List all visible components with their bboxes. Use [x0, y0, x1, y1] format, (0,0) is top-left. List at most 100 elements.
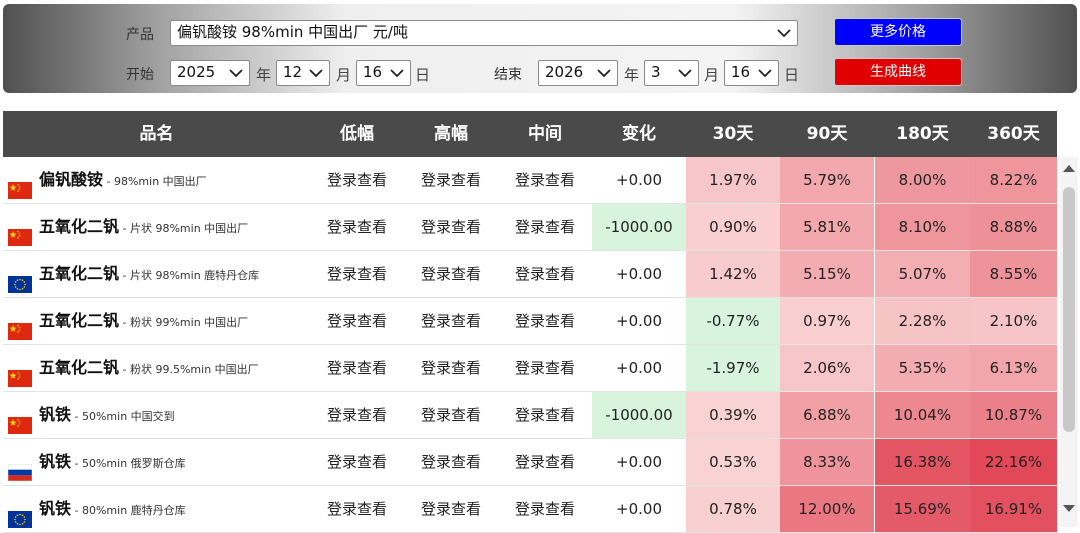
product-select[interactable]: 偏钒酸铵 98%min 中国出厂 元/吨 [170, 20, 798, 46]
table-row[interactable]: 偏钒酸铵 - 98%min 中国出厂 登录查看 登录查看 登录查看 +0.00 1.97%… [3, 157, 1057, 204]
product-spec: 粉状 99.5%min 中国出厂 [129, 363, 259, 376]
scrollbar-thumb[interactable] [1063, 187, 1075, 432]
login-to-view-link[interactable]: 登录查看 [404, 157, 498, 203]
col-360d-value: 22.16% [970, 439, 1057, 485]
login-to-view-link[interactable]: 登录查看 [498, 157, 592, 203]
header-col-90d[interactable]: 90天 [780, 111, 874, 157]
login-to-view-link[interactable]: 登录查看 [404, 486, 498, 532]
year-unit: 年 [624, 66, 640, 84]
russia-flag-icon [7, 453, 33, 482]
table-row[interactable]: 钒铁 - 80%min 鹿特丹仓库 登录查看 登录查看 登录查看 +0.00 0.78% 1… [3, 486, 1057, 533]
chevron-down-icon [678, 69, 692, 78]
scrollbar[interactable] [1060, 157, 1078, 527]
col-30d-value: -1.97% [686, 345, 780, 391]
scroll-up-arrow-icon[interactable] [1063, 165, 1075, 172]
login-to-view-link[interactable]: 登录查看 [404, 439, 498, 485]
end-day-select[interactable]: 16 [724, 60, 779, 86]
product-name: 五氧化二钒 - 粉状 99.5%min 中国出厂 [39, 345, 259, 391]
product-name-text: 钒铁 [39, 499, 72, 518]
login-to-view-link[interactable]: 登录查看 [404, 204, 498, 250]
china-flag-icon [8, 406, 32, 434]
product-name: 五氧化二钒 - 片状 98%min 鹿特丹仓库 [39, 251, 259, 297]
day-unit: 日 [784, 66, 800, 84]
more-prices-button[interactable]: 更多价格 [834, 18, 962, 46]
product-spec: 片状 98%min 中国出厂 [129, 222, 249, 235]
product-name-cell[interactable]: 五氧化二钒 - 粉状 99%min 中国出厂 [3, 298, 310, 344]
login-to-view-link[interactable]: 登录查看 [310, 251, 404, 297]
product-name-cell[interactable]: 五氧化二钒 - 片状 98%min 鹿特丹仓库 [3, 251, 310, 297]
col-180d-value: 15.69% [875, 486, 970, 532]
product-spec: 98%min 中国出厂 [113, 175, 207, 188]
filter-panel: 产品 偏钒酸铵 98%min 中国出厂 元/吨 更多价格 开始 2025 年 1… [3, 4, 1077, 93]
product-name: 五氧化二钒 - 片状 98%min 中国出厂 [39, 204, 248, 250]
china-flag-icon [8, 312, 32, 340]
table-row[interactable]: 钒铁 - 50%min 俄罗斯仓库 登录查看 登录查看 登录查看 +0.00 0.53% 8… [3, 439, 1057, 486]
table-header: 品名 低幅 高幅 中间 变化 30天 90天 180天 360天 [3, 111, 1057, 157]
login-to-view-link[interactable]: 登录查看 [498, 204, 592, 250]
col-180d-value: 10.04% [875, 392, 970, 438]
login-to-view-link[interactable]: 登录查看 [310, 298, 404, 344]
table-row[interactable]: 五氧化二钒 - 片状 98%min 中国出厂 登录查看 登录查看 登录查看 -1000.… [3, 204, 1057, 251]
product-name-cell[interactable]: 钒铁 - 80%min 鹿特丹仓库 [3, 486, 310, 532]
product-name: 五氧化二钒 - 粉状 99%min 中国出厂 [39, 298, 248, 344]
name-separator: - [119, 363, 130, 376]
login-to-view-link[interactable]: 登录查看 [498, 392, 592, 438]
product-name-cell[interactable]: 五氧化二钒 - 片状 98%min 中国出厂 [3, 204, 310, 250]
end-month-select[interactable]: 3 [644, 60, 699, 86]
col-30d-value: 0.90% [686, 204, 780, 250]
header-col-360d[interactable]: 360天 [970, 111, 1057, 157]
start-month-select[interactable]: 12 [276, 60, 330, 86]
col-change-value: +0.00 [616, 453, 662, 471]
login-to-view-link[interactable]: 登录查看 [310, 439, 404, 485]
col-change-value: +0.00 [616, 265, 662, 283]
chevron-down-icon [777, 29, 791, 38]
chevron-down-icon [390, 69, 404, 78]
col-90d-value: 0.97% [780, 298, 874, 344]
col-90d-value: 2.06% [780, 345, 874, 391]
product-name-text: 钒铁 [39, 452, 72, 471]
login-to-view-link[interactable]: 登录查看 [310, 157, 404, 203]
col-180d-value: 8.10% [875, 204, 970, 250]
end-month-value: 3 [651, 63, 661, 81]
product-name-cell[interactable]: 钒铁 - 50%min 俄罗斯仓库 [3, 439, 310, 485]
header-col-low[interactable]: 低幅 [310, 111, 404, 157]
header-col-mid[interactable]: 中间 [498, 111, 592, 157]
login-to-view-link[interactable]: 登录查看 [310, 486, 404, 532]
login-to-view-link[interactable]: 登录查看 [498, 345, 592, 391]
header-col-30d[interactable]: 30天 [686, 111, 780, 157]
login-to-view-link[interactable]: 登录查看 [310, 204, 404, 250]
login-to-view-link[interactable]: 登录查看 [498, 486, 592, 532]
col-180d-value: 2.28% [875, 298, 970, 344]
table-row[interactable]: 钒铁 - 50%min 中国交到 登录查看 登录查看 登录查看 -1000.00 0.39… [3, 392, 1057, 439]
header-col-change[interactable]: 变化 [592, 111, 686, 157]
header-col-high[interactable]: 高幅 [404, 111, 498, 157]
login-to-view-link[interactable]: 登录查看 [310, 345, 404, 391]
name-separator: - [119, 316, 130, 329]
product-name-cell[interactable]: 钒铁 - 50%min 中国交到 [3, 392, 310, 438]
login-to-view-link[interactable]: 登录查看 [310, 392, 404, 438]
login-to-view-link[interactable]: 登录查看 [404, 345, 498, 391]
login-to-view-link[interactable]: 登录查看 [404, 298, 498, 344]
scroll-down-arrow-icon[interactable] [1063, 505, 1075, 512]
table-row[interactable]: 五氧化二钒 - 片状 98%min 鹿特丹仓库 登录查看 登录查看 登录查看 +0.00… [3, 251, 1057, 298]
col-change-value: +0.00 [616, 312, 662, 330]
eu-flag-icon [8, 265, 32, 293]
product-name-cell[interactable]: 五氧化二钒 - 粉状 99.5%min 中国出厂 [3, 345, 310, 391]
table-row[interactable]: 五氧化二钒 - 粉状 99%min 中国出厂 登录查看 登录查看 登录查看 +0.00-… [3, 298, 1057, 345]
login-to-view-link[interactable]: 登录查看 [404, 392, 498, 438]
header-col-name[interactable]: 品名 [3, 111, 310, 157]
end-year-select[interactable]: 2026 [538, 60, 618, 86]
col-360d-value: 10.87% [970, 392, 1057, 438]
start-year-select[interactable]: 2025 [170, 60, 250, 86]
login-to-view-link[interactable]: 登录查看 [404, 251, 498, 297]
login-to-view-link[interactable]: 登录查看 [498, 251, 592, 297]
col-90d-value: 12.00% [780, 486, 874, 532]
table-row[interactable]: 五氧化二钒 - 粉状 99.5%min 中国出厂 登录查看 登录查看 登录查看 +0.0… [3, 345, 1057, 392]
generate-curve-button[interactable]: 生成曲线 [834, 58, 962, 86]
header-col-180d[interactable]: 180天 [875, 111, 970, 157]
product-name-cell[interactable]: 偏钒酸铵 - 98%min 中国出厂 [3, 157, 310, 203]
login-to-view-link[interactable]: 登录查看 [498, 298, 592, 344]
start-day-select[interactable]: 16 [356, 60, 411, 86]
col-change-value: +0.00 [616, 171, 662, 189]
login-to-view-link[interactable]: 登录查看 [498, 439, 592, 485]
